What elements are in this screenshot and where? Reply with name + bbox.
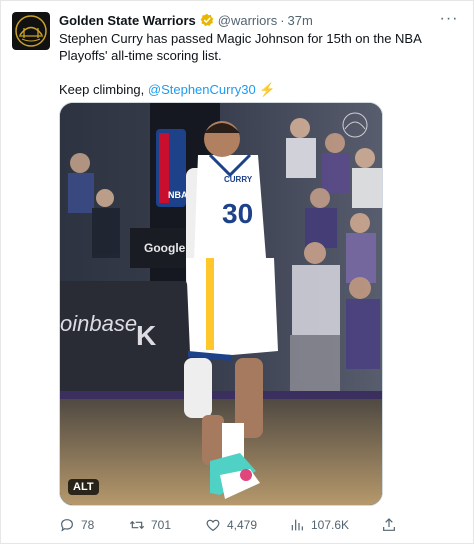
share-button[interactable] bbox=[381, 517, 403, 533]
avatar[interactable] bbox=[12, 12, 50, 50]
tweet-text: Stephen Curry has passed Magic Johnson f… bbox=[59, 30, 459, 98]
author-name[interactable]: Golden State Warriors bbox=[59, 13, 196, 28]
tweet-text-line1: Stephen Curry has passed Magic Johnson f… bbox=[59, 31, 422, 63]
verified-badge-icon bbox=[200, 13, 214, 27]
tweet-card[interactable]: Golden State Warriors @warriors · 37m ··… bbox=[0, 0, 474, 544]
views-button[interactable]: 107.6K bbox=[289, 517, 349, 533]
coinbase-sign-text: oinbase bbox=[60, 311, 137, 336]
reply-button[interactable]: 78 bbox=[59, 517, 94, 533]
more-options-icon[interactable]: ··· bbox=[437, 9, 461, 29]
heart-icon bbox=[206, 519, 220, 532]
kia-sign-text: K bbox=[136, 320, 156, 351]
warriors-logo-icon bbox=[15, 15, 47, 47]
mention-link[interactable]: @StephenCurry30 bbox=[148, 82, 256, 97]
share-icon bbox=[383, 518, 395, 531]
retweet-icon bbox=[129, 520, 145, 530]
nba-logo-text: NBA bbox=[168, 190, 188, 200]
author-handle[interactable]: @warriors bbox=[218, 13, 277, 28]
reply-count: 78 bbox=[81, 518, 95, 532]
tweet-text-prefix: Keep climbing, bbox=[59, 82, 148, 97]
retweet-count: 701 bbox=[151, 518, 172, 532]
views-icon bbox=[291, 519, 303, 531]
like-count: 4,479 bbox=[227, 518, 258, 532]
header-separator: · bbox=[280, 12, 285, 28]
tweet-actions: 78 701 4,479 107.6K bbox=[59, 515, 403, 535]
tweet-header: Golden State Warriors @warriors · 37m bbox=[59, 11, 433, 29]
jersey-name-text: CURRY bbox=[224, 175, 253, 184]
jersey-number-text: 30 bbox=[222, 198, 253, 229]
reply-icon bbox=[61, 519, 73, 532]
tweet-text-line2: Keep climbing, @StephenCurry30 ⚡ bbox=[59, 81, 459, 98]
tweet-timestamp[interactable]: 37m bbox=[288, 13, 313, 28]
views-count: 107.6K bbox=[311, 518, 350, 532]
tweet-photo[interactable]: NBA Google P oinbase K CURRY 30 ALT bbox=[59, 102, 383, 506]
basketball-photo: NBA Google P oinbase K CURRY 30 bbox=[60, 103, 382, 505]
retweet-button[interactable]: 701 bbox=[129, 517, 171, 533]
like-button[interactable]: 4,479 bbox=[205, 517, 257, 533]
alt-badge[interactable]: ALT bbox=[68, 479, 99, 495]
lightning-emoji: ⚡ bbox=[259, 82, 276, 97]
